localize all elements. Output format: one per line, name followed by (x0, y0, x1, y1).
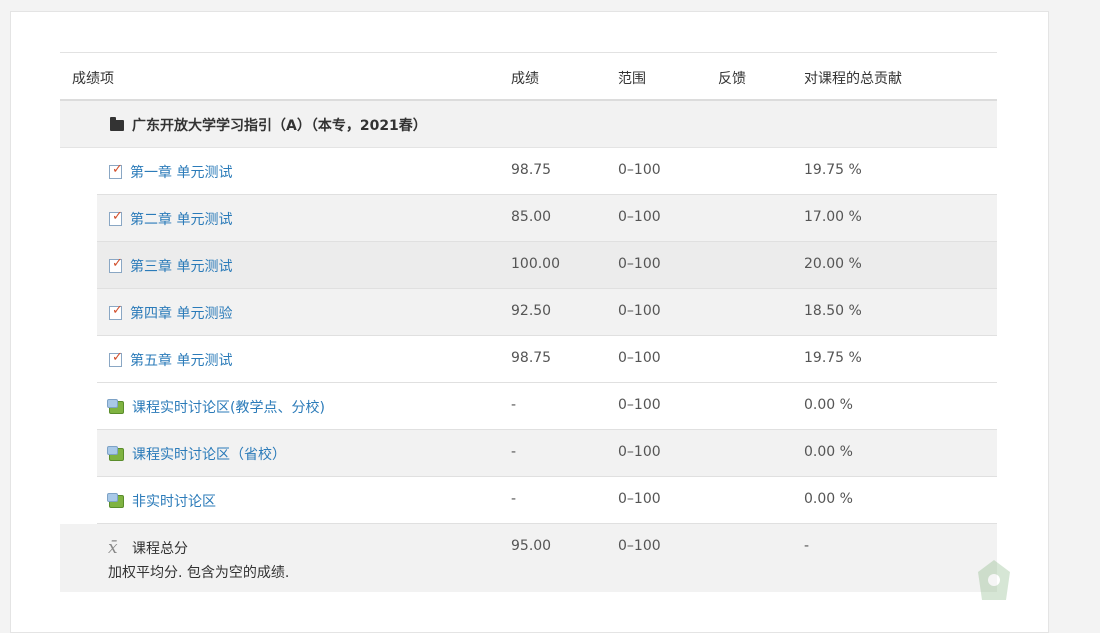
table-row: 第二章 单元测试 85.00 0–100 17.00 % (97, 195, 997, 242)
quiz-icon (109, 256, 123, 273)
item-contribution: 0.00 % (804, 397, 853, 413)
item-contribution: 17.00 % (804, 209, 862, 225)
total-name-cell: x̄ 课程总分 (108, 538, 188, 558)
table-header: 成绩项 成绩 范围 反馈 对课程的总贡献 (60, 52, 997, 101)
total-contribution: - (804, 538, 810, 554)
quiz-icon (109, 162, 123, 179)
item-grade: 100.00 (511, 256, 560, 272)
item-contribution: 19.75 % (804, 350, 862, 366)
item-grade: - (511, 397, 517, 413)
quiz-icon (109, 209, 123, 226)
watermark-logo (978, 560, 1010, 600)
item-link[interactable]: 第四章 单元测验 (130, 303, 232, 323)
item-link[interactable]: 第一章 单元测试 (130, 162, 232, 182)
item-name-cell: 非实时讨论区 (107, 491, 216, 511)
item-range: 0–100 (618, 256, 661, 272)
item-grade: - (511, 444, 517, 460)
category-label: 广东开放大学学习指引（A）（本专，2021春） (132, 118, 427, 134)
header-contribution[interactable]: 对课程的总贡献 (804, 68, 902, 88)
category-cell: 广东开放大学学习指引（A）（本专，2021春） (110, 115, 427, 135)
forum-icon (107, 492, 124, 508)
header-feedback[interactable]: 反馈 (718, 68, 746, 88)
item-link[interactable]: 课程实时讨论区（省校） (132, 444, 286, 464)
calculator-x-icon: x̄ (108, 538, 118, 558)
category-row: 广东开放大学学习指引（A）（本专，2021春） (60, 101, 997, 148)
item-contribution: 20.00 % (804, 256, 862, 272)
forum-icon (107, 445, 124, 461)
item-name-cell: 第一章 单元测试 (109, 162, 232, 182)
total-grade: 95.00 (511, 538, 552, 554)
table-row: 第一章 单元测试 98.75 0–100 19.75 % (97, 148, 997, 195)
table-row: 第四章 单元测验 92.50 0–100 18.50 % (97, 289, 997, 336)
course-total-row: x̄ 课程总分 加权平均分. 包含为空的成绩. 95.00 0–100 - (60, 524, 997, 592)
header-range[interactable]: 范围 (618, 68, 646, 88)
item-link[interactable]: 第五章 单元测试 (130, 350, 232, 370)
item-name-cell: 课程实时讨论区（省校） (107, 444, 286, 464)
item-name-cell: 第四章 单元测验 (109, 303, 232, 323)
item-name-cell: 第二章 单元测试 (109, 209, 232, 229)
item-name-cell: 第三章 单元测试 (109, 256, 232, 276)
item-contribution: 0.00 % (804, 491, 853, 507)
item-grade: 92.50 (511, 303, 552, 319)
header-grade[interactable]: 成绩 (511, 68, 539, 88)
item-link[interactable]: 第三章 单元测试 (130, 256, 232, 276)
folder-icon (110, 117, 124, 131)
total-range: 0–100 (618, 538, 661, 554)
item-range: 0–100 (618, 303, 661, 319)
quiz-icon (109, 350, 123, 367)
total-label: 课程总分 (132, 541, 188, 557)
item-grade: 98.75 (511, 162, 552, 178)
item-link[interactable]: 第二章 单元测试 (130, 209, 232, 229)
table-row: 第五章 单元测试 98.75 0–100 19.75 % (97, 336, 997, 383)
item-link[interactable]: 非实时讨论区 (132, 491, 216, 511)
item-range: 0–100 (618, 209, 661, 225)
table-row: 非实时讨论区 - 0–100 0.00 % (97, 477, 997, 524)
item-range: 0–100 (618, 397, 661, 413)
grade-table: 成绩项 成绩 范围 反馈 对课程的总贡献 广东开放大学学习指引（A）（本专，20… (60, 52, 997, 592)
item-grade: 85.00 (511, 209, 552, 225)
item-link[interactable]: 课程实时讨论区(教学点、分校) (132, 397, 325, 417)
item-range: 0–100 (618, 350, 661, 366)
item-range: 0–100 (618, 162, 661, 178)
item-range: 0–100 (618, 444, 661, 460)
header-item: 成绩项 (72, 71, 114, 87)
item-contribution: 18.50 % (804, 303, 862, 319)
table-row: 课程实时讨论区(教学点、分校) - 0–100 0.00 % (97, 383, 997, 430)
item-range: 0–100 (618, 491, 661, 507)
item-grade: 98.75 (511, 350, 552, 366)
item-name-cell: 第五章 单元测试 (109, 350, 232, 370)
item-grade: - (511, 491, 517, 507)
item-name-cell: 课程实时讨论区(教学点、分校) (107, 397, 325, 417)
quiz-icon (109, 303, 123, 320)
total-sublabel: 加权平均分. 包含为空的成绩. (108, 565, 290, 581)
item-contribution: 0.00 % (804, 444, 853, 460)
table-row: 课程实时讨论区（省校） - 0–100 0.00 % (97, 430, 997, 477)
item-contribution: 19.75 % (804, 162, 862, 178)
forum-icon (107, 398, 124, 414)
table-row: 第三章 单元测试 100.00 0–100 20.00 % (97, 242, 997, 289)
